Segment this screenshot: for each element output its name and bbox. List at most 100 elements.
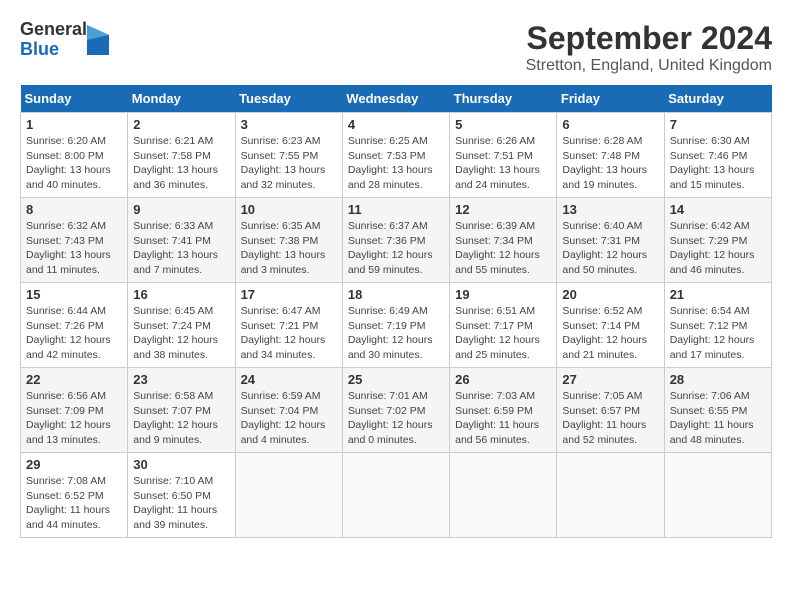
calendar-week-3: 15 Sunrise: 6:44 AM Sunset: 7:26 PM Dayli… <box>21 283 772 368</box>
table-row: 12 Sunrise: 6:39 AM Sunset: 7:34 PM Dayli… <box>450 198 557 283</box>
table-row: 27 Sunrise: 7:05 AM Sunset: 6:57 PM Dayli… <box>557 368 664 453</box>
day-info: Sunrise: 6:32 AM Sunset: 7:43 PM Dayligh… <box>26 219 122 278</box>
day-info: Sunrise: 6:54 AM Sunset: 7:12 PM Dayligh… <box>670 304 766 363</box>
day-number: 25 <box>348 372 444 387</box>
logo-general-text: General <box>20 20 87 40</box>
day-info: Sunrise: 6:33 AM Sunset: 7:41 PM Dayligh… <box>133 219 229 278</box>
weekday-header-saturday: Saturday <box>664 85 771 113</box>
table-row: 11Sunrise: 6:37 AM Sunset: 7:36 PM Dayli… <box>342 198 449 283</box>
day-number: 5 <box>455 117 551 132</box>
day-number: 9 <box>133 202 229 217</box>
day-info: Sunrise: 7:06 AM Sunset: 6:55 PM Dayligh… <box>670 389 766 448</box>
table-row <box>235 453 342 538</box>
table-row: 5 Sunrise: 6:26 AM Sunset: 7:51 PM Daylig… <box>450 113 557 198</box>
day-info: Sunrise: 6:25 AM Sunset: 7:53 PM Dayligh… <box>348 134 444 193</box>
table-row <box>450 453 557 538</box>
table-row: 17 Sunrise: 6:47 AM Sunset: 7:21 PM Dayli… <box>235 283 342 368</box>
day-number: 16 <box>133 287 229 302</box>
day-number: 1 <box>26 117 122 132</box>
day-number: 23 <box>133 372 229 387</box>
day-info: Sunrise: 6:26 AM Sunset: 7:51 PM Dayligh… <box>455 134 551 193</box>
weekday-header-monday: Monday <box>128 85 235 113</box>
table-row: 14Sunrise: 6:42 AM Sunset: 7:29 PM Dayli… <box>664 198 771 283</box>
weekday-row: SundayMondayTuesdayWednesdayThursdayFrid… <box>21 85 772 113</box>
day-info: Sunrise: 6:47 AM Sunset: 7:21 PM Dayligh… <box>241 304 337 363</box>
title-section: September 2024 Stretton, England, United… <box>526 20 772 75</box>
table-row: 26 Sunrise: 7:03 AM Sunset: 6:59 PM Dayli… <box>450 368 557 453</box>
day-number: 22 <box>26 372 122 387</box>
table-row: 2Sunrise: 6:21 AM Sunset: 7:58 PM Daylig… <box>128 113 235 198</box>
table-row: 15 Sunrise: 6:44 AM Sunset: 7:26 PM Dayli… <box>21 283 128 368</box>
calendar-week-4: 22 Sunrise: 6:56 AM Sunset: 7:09 PM Dayli… <box>21 368 772 453</box>
day-info: Sunrise: 6:51 AM Sunset: 7:17 PM Dayligh… <box>455 304 551 363</box>
weekday-header-wednesday: Wednesday <box>342 85 449 113</box>
table-row: 10 Sunrise: 6:35 AM Sunset: 7:38 PM Dayli… <box>235 198 342 283</box>
weekday-header-tuesday: Tuesday <box>235 85 342 113</box>
table-row: 23 Sunrise: 6:58 AM Sunset: 7:07 PM Dayli… <box>128 368 235 453</box>
table-row: 18Sunrise: 6:49 AM Sunset: 7:19 PM Dayli… <box>342 283 449 368</box>
table-row: 20 Sunrise: 6:52 AM Sunset: 7:14 PM Dayli… <box>557 283 664 368</box>
calendar-header: SundayMondayTuesdayWednesdayThursdayFrid… <box>21 85 772 113</box>
logo-blue-text: Blue <box>20 40 87 60</box>
day-number: 12 <box>455 202 551 217</box>
day-info: Sunrise: 6:20 AM Sunset: 8:00 PM Dayligh… <box>26 134 122 193</box>
day-info: Sunrise: 6:49 AM Sunset: 7:19 PM Dayligh… <box>348 304 444 363</box>
day-info: Sunrise: 6:42 AM Sunset: 7:29 PM Dayligh… <box>670 219 766 278</box>
table-row: 7Sunrise: 6:30 AM Sunset: 7:46 PM Daylig… <box>664 113 771 198</box>
table-row: 22 Sunrise: 6:56 AM Sunset: 7:09 PM Dayli… <box>21 368 128 453</box>
header: General Blue September 2024 Stretton, En… <box>20 20 772 75</box>
day-number: 19 <box>455 287 551 302</box>
weekday-header-friday: Friday <box>557 85 664 113</box>
day-info: Sunrise: 6:23 AM Sunset: 7:55 PM Dayligh… <box>241 134 337 193</box>
day-number: 21 <box>670 287 766 302</box>
day-info: Sunrise: 6:58 AM Sunset: 7:07 PM Dayligh… <box>133 389 229 448</box>
day-number: 15 <box>26 287 122 302</box>
day-number: 11 <box>348 202 444 217</box>
calendar-week-2: 8Sunrise: 6:32 AM Sunset: 7:43 PM Daylig… <box>21 198 772 283</box>
table-row: 6Sunrise: 6:28 AM Sunset: 7:48 PM Daylig… <box>557 113 664 198</box>
table-row <box>342 453 449 538</box>
day-info: Sunrise: 6:44 AM Sunset: 7:26 PM Dayligh… <box>26 304 122 363</box>
table-row: 24 Sunrise: 6:59 AM Sunset: 7:04 PM Dayli… <box>235 368 342 453</box>
table-row: 25 Sunrise: 7:01 AM Sunset: 7:02 PM Dayli… <box>342 368 449 453</box>
day-info: Sunrise: 7:08 AM Sunset: 6:52 PM Dayligh… <box>26 474 122 533</box>
calendar: SundayMondayTuesdayWednesdayThursdayFrid… <box>20 85 772 538</box>
calendar-week-1: 1 Sunrise: 6:20 AM Sunset: 8:00 PM Daylig… <box>21 113 772 198</box>
table-row: 4 Sunrise: 6:25 AM Sunset: 7:53 PM Daylig… <box>342 113 449 198</box>
day-number: 30 <box>133 457 229 472</box>
table-row: 1 Sunrise: 6:20 AM Sunset: 8:00 PM Daylig… <box>21 113 128 198</box>
day-info: Sunrise: 7:10 AM Sunset: 6:50 PM Dayligh… <box>133 474 229 533</box>
day-number: 10 <box>241 202 337 217</box>
day-number: 7 <box>670 117 766 132</box>
day-info: Sunrise: 7:05 AM Sunset: 6:57 PM Dayligh… <box>562 389 658 448</box>
day-info: Sunrise: 7:01 AM Sunset: 7:02 PM Dayligh… <box>348 389 444 448</box>
day-number: 24 <box>241 372 337 387</box>
calendar-week-5: 29Sunrise: 7:08 AM Sunset: 6:52 PM Dayli… <box>21 453 772 538</box>
table-row: 30 Sunrise: 7:10 AM Sunset: 6:50 PM Dayli… <box>128 453 235 538</box>
table-row <box>557 453 664 538</box>
table-row: 16Sunrise: 6:45 AM Sunset: 7:24 PM Dayli… <box>128 283 235 368</box>
location: Stretton, England, United Kingdom <box>526 57 772 75</box>
day-info: Sunrise: 6:59 AM Sunset: 7:04 PM Dayligh… <box>241 389 337 448</box>
day-info: Sunrise: 6:52 AM Sunset: 7:14 PM Dayligh… <box>562 304 658 363</box>
weekday-header-thursday: Thursday <box>450 85 557 113</box>
table-row: 8Sunrise: 6:32 AM Sunset: 7:43 PM Daylig… <box>21 198 128 283</box>
day-number: 27 <box>562 372 658 387</box>
day-info: Sunrise: 6:39 AM Sunset: 7:34 PM Dayligh… <box>455 219 551 278</box>
day-number: 28 <box>670 372 766 387</box>
day-number: 13 <box>562 202 658 217</box>
day-info: Sunrise: 6:40 AM Sunset: 7:31 PM Dayligh… <box>562 219 658 278</box>
day-info: Sunrise: 6:56 AM Sunset: 7:09 PM Dayligh… <box>26 389 122 448</box>
table-row: 3Sunrise: 6:23 AM Sunset: 7:55 PM Daylig… <box>235 113 342 198</box>
day-info: Sunrise: 7:03 AM Sunset: 6:59 PM Dayligh… <box>455 389 551 448</box>
day-number: 6 <box>562 117 658 132</box>
day-number: 20 <box>562 287 658 302</box>
day-number: 2 <box>133 117 229 132</box>
table-row <box>664 453 771 538</box>
day-number: 26 <box>455 372 551 387</box>
day-info: Sunrise: 6:35 AM Sunset: 7:38 PM Dayligh… <box>241 219 337 278</box>
calendar-body: 1 Sunrise: 6:20 AM Sunset: 8:00 PM Daylig… <box>21 113 772 538</box>
day-number: 4 <box>348 117 444 132</box>
day-number: 17 <box>241 287 337 302</box>
table-row: 28 Sunrise: 7:06 AM Sunset: 6:55 PM Dayli… <box>664 368 771 453</box>
